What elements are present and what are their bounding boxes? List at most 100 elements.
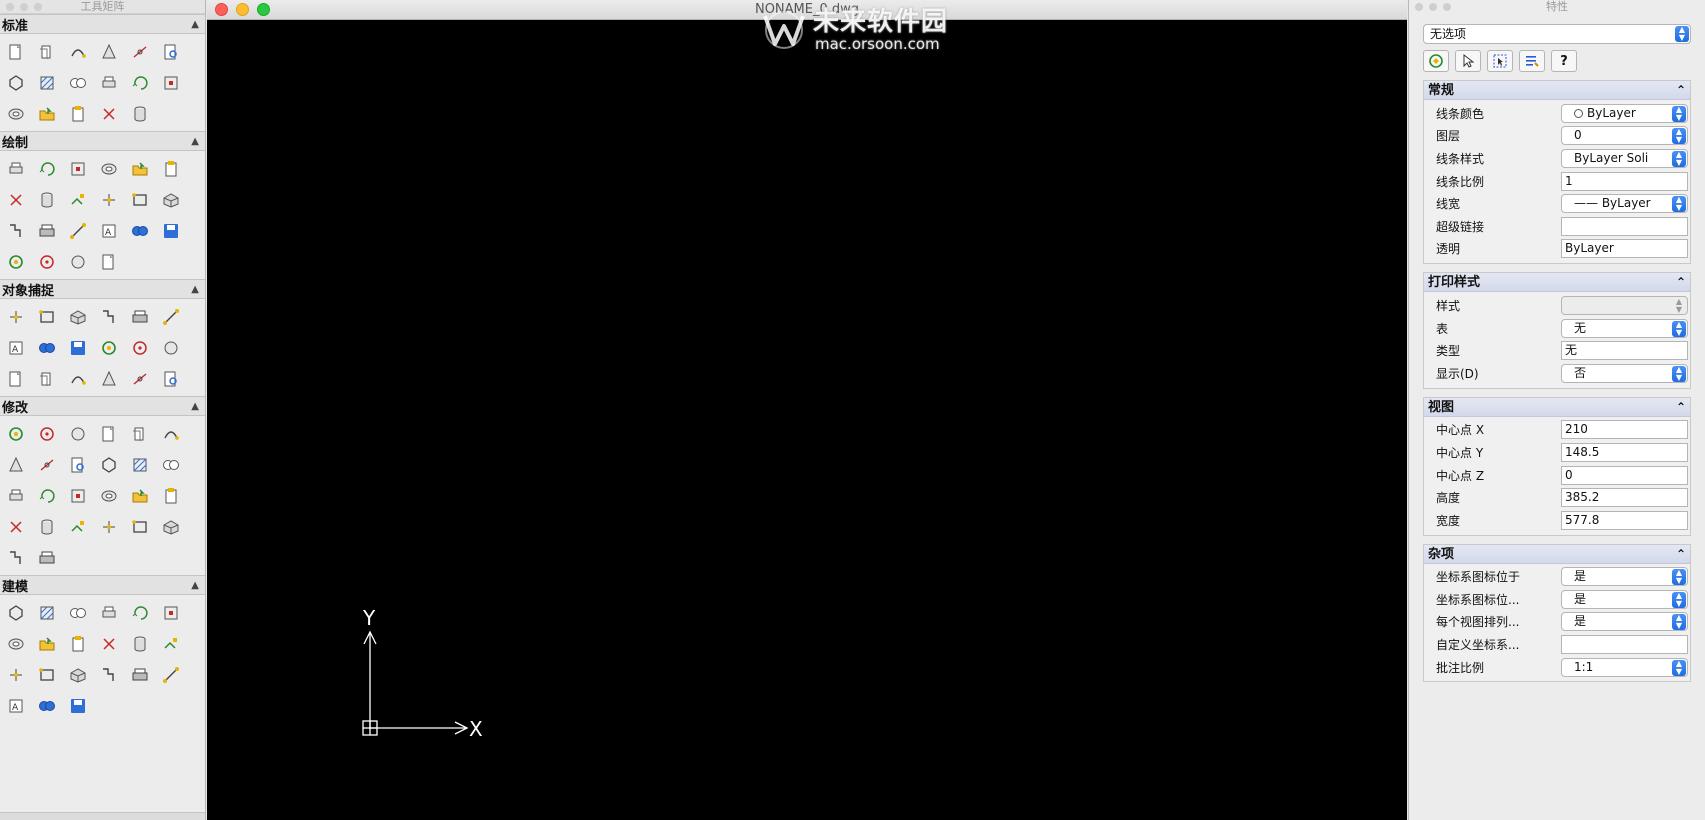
tool-match-button[interactable] [93, 67, 124, 98]
tool-cloud-button[interactable] [62, 246, 93, 277]
tool-scale-button[interactable] [124, 418, 155, 449]
tool-center-button[interactable] [31, 332, 62, 363]
tool-section-button[interactable] [155, 659, 186, 690]
tool-perpendicular-button[interactable] [155, 301, 186, 332]
tool-insertion-button[interactable] [155, 332, 186, 363]
tool-explode-button[interactable] [124, 449, 155, 480]
tool-union-button[interactable] [62, 659, 93, 690]
tool-text-button[interactable] [124, 215, 155, 246]
tool-quadrant-button[interactable] [93, 332, 124, 363]
tool-subtract-button[interactable] [93, 659, 124, 690]
tool-parallel2-button[interactable] [31, 363, 62, 394]
property-value-field[interactable]: 210 [1561, 420, 1688, 440]
property-group-header[interactable]: 杂项 ⌃ [1424, 544, 1690, 564]
collapse-triangle-icon[interactable]: ▲ [191, 136, 199, 147]
tool-rotate2-button[interactable] [31, 511, 62, 542]
tool-construct-button[interactable] [124, 184, 155, 215]
tool-midpoint-button[interactable] [31, 301, 62, 332]
tool-offset-button[interactable] [155, 418, 186, 449]
property-group-header[interactable]: 常规 ⌃ [1424, 81, 1690, 100]
tool-blob-button[interactable] [93, 246, 124, 277]
tool-cut-button[interactable] [0, 67, 31, 98]
property-value-field[interactable]: 0 [1561, 465, 1688, 485]
property-value-field[interactable]: ByLayer [1561, 239, 1688, 259]
tool-cylinder-button[interactable] [62, 597, 93, 628]
tool-snapclear-button[interactable] [124, 363, 155, 394]
tool-snapset-button[interactable] [155, 363, 186, 394]
tool-apparent-button[interactable] [93, 301, 124, 332]
section-header-model[interactable]: 建模 ▲ [0, 575, 205, 595]
tool-shell-button[interactable] [62, 690, 93, 721]
tool-chamfer-button[interactable] [31, 480, 62, 511]
tool-mtext-button[interactable] [155, 215, 186, 246]
tool-wipeout-button[interactable] [31, 246, 62, 277]
tool-preview-button[interactable] [155, 36, 186, 67]
tool-tangent-button[interactable] [124, 332, 155, 363]
tool-slice-button[interactable] [155, 628, 186, 659]
property-value-field[interactable]: 1 [1561, 171, 1688, 191]
tool-extension-button[interactable] [124, 301, 155, 332]
tool-arc-button[interactable] [124, 153, 155, 184]
tool-line-button[interactable] [0, 153, 31, 184]
tool-sweep2-button[interactable] [31, 659, 62, 690]
tool-new-button[interactable] [0, 36, 31, 67]
tool-pointarray-button[interactable] [93, 184, 124, 215]
tool-undo-button[interactable] [124, 67, 155, 98]
tool-apparent2-button[interactable] [62, 363, 93, 394]
tool-loft-button[interactable] [93, 628, 124, 659]
tool-cone-button[interactable] [31, 597, 62, 628]
tool-rectangle-button[interactable] [93, 153, 124, 184]
property-value-dropdown[interactable]: 是 ▲ ▼ [1561, 589, 1688, 609]
help-button[interactable]: ? [1551, 50, 1577, 72]
tool-pyramid-button[interactable] [93, 597, 124, 628]
palette-window-controls[interactable] [6, 3, 42, 11]
chevron-up-icon[interactable]: ⌃ [1676, 273, 1686, 292]
tool-zoom-button[interactable] [31, 98, 62, 129]
property-value-dropdown[interactable]: ByLayer ▲ ▼ [1561, 103, 1688, 123]
collapse-triangle-icon[interactable]: ▲ [191, 580, 199, 591]
tool-polygon-button[interactable] [62, 153, 93, 184]
property-group-header[interactable]: 打印样式 ⌃ [1424, 273, 1690, 293]
tool-cutter-button[interactable] [155, 480, 186, 511]
tool-endpoint-button[interactable] [0, 301, 31, 332]
property-group-header[interactable]: 视图 ⌃ [1424, 397, 1690, 417]
collapse-triangle-icon[interactable]: ▲ [191, 284, 199, 295]
tool-revcloud-button[interactable] [0, 246, 31, 277]
tool-pan-button[interactable] [0, 98, 31, 129]
drawing-canvas[interactable]: Y X [207, 21, 1407, 820]
tool-interfere-button[interactable] [0, 659, 31, 690]
property-value-field[interactable]: 577.8 [1561, 510, 1688, 530]
tool-edit3d-button[interactable] [62, 511, 93, 542]
tool-stairs-button[interactable] [155, 184, 186, 215]
tool-nearest-button[interactable]: A [0, 332, 31, 363]
tool-torus-button[interactable] [155, 597, 186, 628]
tool-browser-button[interactable] [124, 98, 155, 129]
minimize-button[interactable] [236, 3, 249, 16]
tool-break-button[interactable] [0, 480, 31, 511]
tool-extrude-button[interactable] [31, 628, 62, 659]
section-header-modify[interactable]: 修改 ▲ [0, 396, 205, 416]
section-header-draw[interactable]: 绘制 ▲ [0, 131, 205, 151]
tool-intersection-button[interactable] [62, 301, 93, 332]
tool-zoom-realtime-button[interactable] [62, 98, 93, 129]
tool-circle-button[interactable] [0, 184, 31, 215]
tool-node-button[interactable] [62, 332, 93, 363]
tool-stretch-button[interactable] [62, 449, 93, 480]
tool-redo-button[interactable] [155, 67, 186, 98]
tool-move-button[interactable] [62, 418, 93, 449]
tool-polysolid-button[interactable]: A [0, 690, 31, 721]
tool-hatch-button[interactable] [31, 215, 62, 246]
section-header-snap[interactable]: 对象捕捉 ▲ [0, 279, 205, 299]
tool-box-button[interactable] [0, 597, 31, 628]
property-value-dropdown[interactable]: ByLayer Soli ▲ ▼ [1561, 148, 1688, 168]
tool-rtrim-button[interactable] [0, 511, 31, 542]
quick-select-button[interactable] [1487, 50, 1513, 72]
property-value-dropdown[interactable]: 0 ▲ ▼ [1561, 126, 1688, 146]
tool-trim-button[interactable] [124, 480, 155, 511]
zoom-button[interactable] [257, 3, 270, 16]
tool-array-button[interactable] [0, 449, 31, 480]
tool-sweep-button[interactable] [124, 628, 155, 659]
selection-dropdown[interactable]: 无选项 ▲ ▼ [1423, 24, 1691, 44]
collapse-triangle-icon[interactable]: ▲ [191, 19, 199, 30]
tool-insert-button[interactable] [0, 215, 31, 246]
